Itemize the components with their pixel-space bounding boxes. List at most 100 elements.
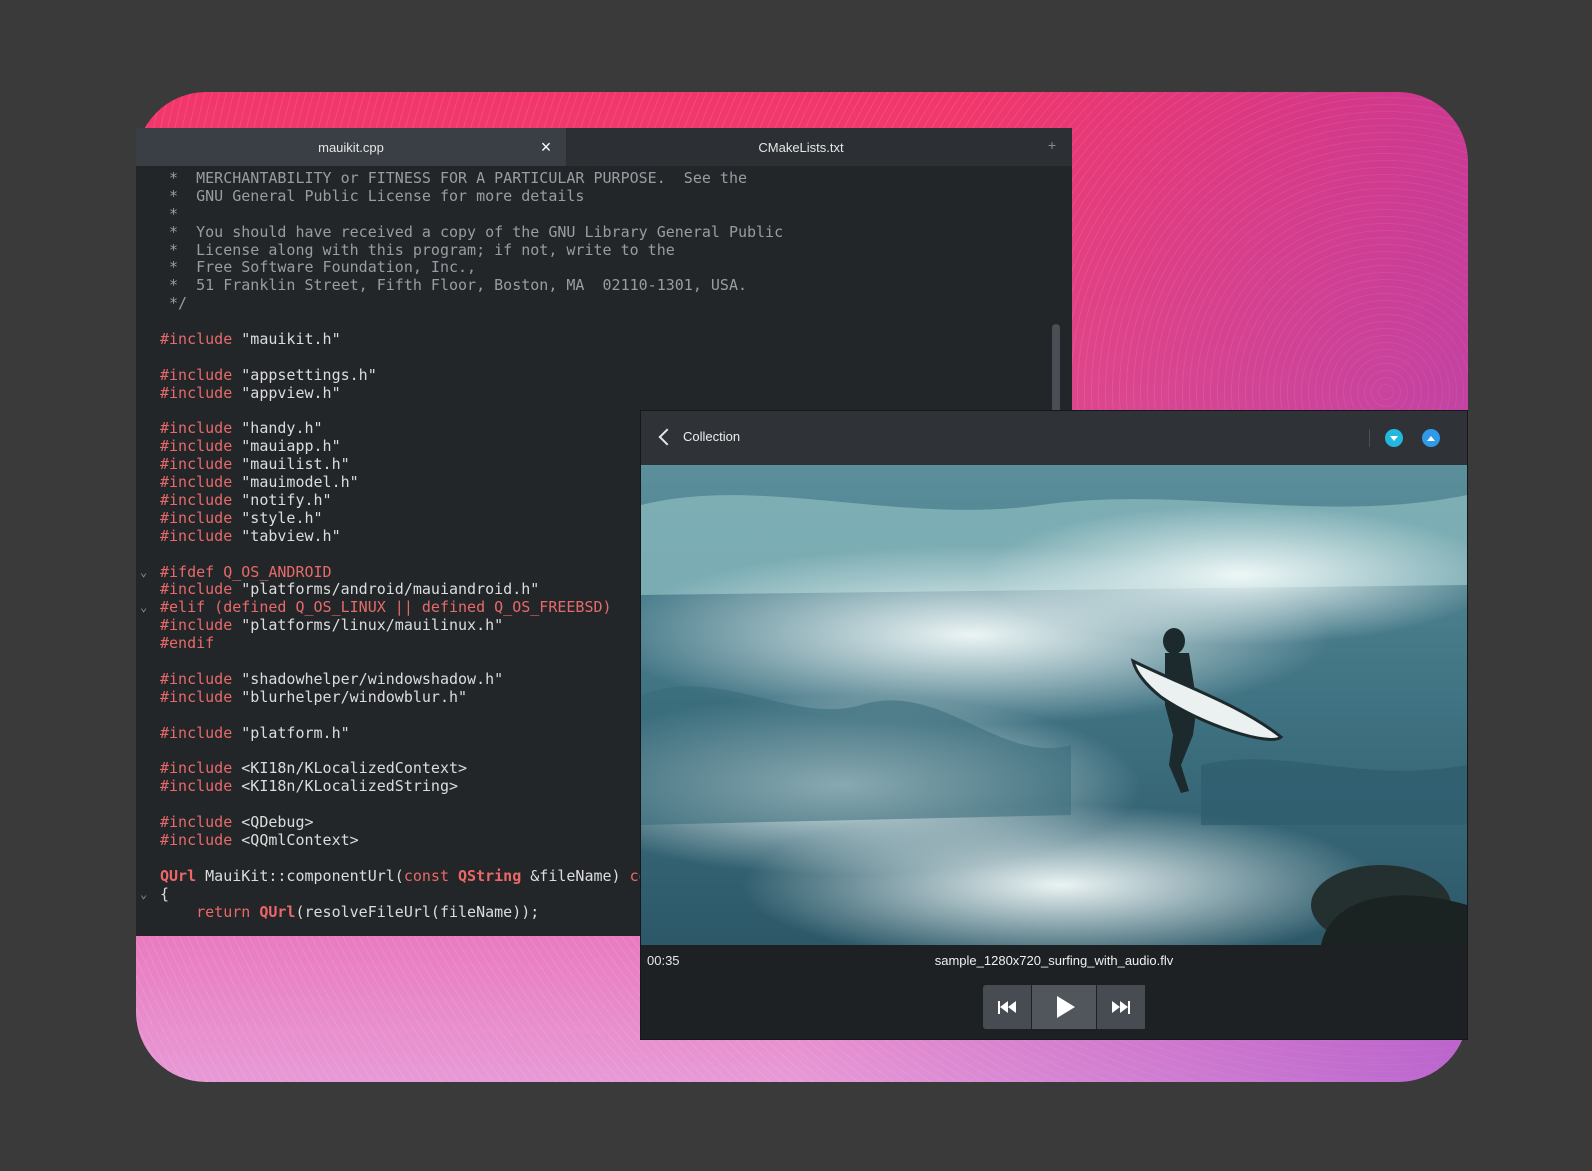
code-token: #include bbox=[160, 491, 242, 510]
video-frame[interactable] bbox=[641, 465, 1467, 945]
video-filename: sample_1280x720_surfing_with_audio.flv bbox=[934, 953, 1174, 968]
code-token: const bbox=[403, 866, 449, 885]
code-token: <QQmlContext> bbox=[241, 830, 359, 849]
code-line: */ bbox=[136, 294, 1052, 313]
code-token: #include bbox=[160, 830, 242, 849]
code-token: <KI18n/KLocalizedString> bbox=[241, 777, 459, 796]
code-token: <QDebug> bbox=[241, 813, 314, 832]
code-line: * License along with this program; if no… bbox=[136, 240, 1052, 260]
code-token: "platforms/android/mauiandroid.h" bbox=[241, 580, 540, 599]
chevron-up-icon bbox=[1427, 435, 1435, 441]
code-token: "mauikit.h" bbox=[241, 330, 341, 349]
code-line: #include "appsettings.h" bbox=[136, 365, 1052, 385]
code-token: "mauiapp.h" bbox=[241, 437, 341, 456]
code-token: #include bbox=[160, 616, 242, 635]
code-token: "appview.h" bbox=[241, 383, 341, 402]
header-divider bbox=[1369, 429, 1370, 447]
code-token: #include bbox=[160, 473, 242, 492]
previous-button[interactable] bbox=[983, 985, 1031, 1029]
code-token: * Free Software Foundation, Inc., bbox=[160, 258, 477, 277]
player-title[interactable]: Collection bbox=[683, 429, 740, 444]
play-icon bbox=[1057, 996, 1075, 1018]
code-line: * Free Software Foundation, Inc., bbox=[136, 259, 1052, 277]
playback-controls bbox=[983, 985, 1147, 1029]
code-token: #include bbox=[160, 365, 242, 384]
video-scene-image bbox=[641, 465, 1467, 945]
code-token: #include bbox=[160, 759, 242, 778]
close-icon[interactable]: × bbox=[536, 137, 556, 157]
code-token: #ifdef Q_OS_ANDROID bbox=[160, 562, 332, 581]
code-line: * MERCHANTABILITY or FITNESS FOR A PARTI… bbox=[136, 169, 1052, 188]
code-token: #elif (defined Q_OS_LINUX || defined Q_O… bbox=[160, 598, 612, 617]
code-token: return bbox=[196, 902, 251, 921]
code-token: * 51 Franklin Street, Fifth Floor, Bosto… bbox=[160, 276, 747, 295]
code-token: #include bbox=[160, 330, 242, 349]
code-token: * bbox=[160, 204, 179, 223]
code-line: #include "mauikit.h" bbox=[136, 330, 1052, 349]
minimize-button[interactable] bbox=[1385, 429, 1403, 447]
fold-chevron-icon[interactable]: ⌄ bbox=[140, 564, 152, 582]
code-token: MauiKit::componentUrl( bbox=[196, 866, 404, 885]
fold-chevron-icon[interactable]: ⌄ bbox=[140, 886, 152, 904]
code-token: (resolveFileUrl(fileName)); bbox=[295, 902, 540, 921]
chevron-down-icon bbox=[1390, 435, 1398, 441]
tab-label: mauikit.cpp bbox=[318, 139, 384, 155]
code-token: "appsettings.h" bbox=[241, 365, 377, 384]
skip-next-icon bbox=[1112, 1000, 1130, 1014]
code-token: #include bbox=[160, 723, 242, 742]
code-token: "handy.h" bbox=[241, 419, 323, 438]
code-token: { bbox=[160, 884, 170, 903]
code-token: * License along with this program; if no… bbox=[160, 240, 675, 259]
code-line: * You should have received a copy of the… bbox=[136, 222, 1052, 242]
code-token: QUrl bbox=[160, 866, 197, 885]
code-token: #include bbox=[160, 455, 242, 474]
code-token: "shadowhelper/windowshadow.h" bbox=[241, 669, 504, 688]
maximize-button[interactable] bbox=[1422, 429, 1440, 447]
code-token: #include bbox=[160, 777, 242, 796]
skip-previous-icon bbox=[998, 1000, 1016, 1014]
code-token: &fileName) bbox=[521, 866, 630, 885]
play-button[interactable] bbox=[1032, 985, 1096, 1029]
code-line: * bbox=[136, 204, 1052, 224]
code-token: "tabview.h" bbox=[241, 526, 341, 545]
tab-mauikit-cpp[interactable]: mauikit.cpp × bbox=[136, 128, 566, 166]
code-token: "mauimodel.h" bbox=[241, 473, 359, 492]
player-header: Collection bbox=[641, 411, 1467, 465]
code-token: * MERCHANTABILITY or FITNESS FOR A PARTI… bbox=[160, 169, 747, 187]
code-token: #include bbox=[160, 687, 242, 706]
code-token: "style.h" bbox=[241, 508, 323, 527]
chevron-left-icon[interactable] bbox=[658, 428, 676, 446]
code-token: #include bbox=[160, 813, 242, 832]
code-line: * GNU General Public License for more de… bbox=[136, 186, 1052, 206]
tab-label: CMakeLists.txt bbox=[758, 139, 844, 155]
code-token: #endif bbox=[160, 634, 215, 653]
tab-cmakelists[interactable]: CMakeLists.txt bbox=[566, 128, 1036, 166]
code-token: "blurhelper/windowblur.h" bbox=[241, 687, 468, 706]
code-token: "platform.h" bbox=[241, 723, 350, 742]
code-token: #include bbox=[160, 437, 242, 456]
code-token: "platforms/linux/mauilinux.h" bbox=[241, 616, 504, 635]
code-line: * 51 Franklin Street, Fifth Floor, Bosto… bbox=[136, 276, 1052, 295]
video-player-window: Collection 00:35 sample_1280x720_surfing… bbox=[640, 410, 1468, 1040]
next-button[interactable] bbox=[1097, 985, 1145, 1029]
code-token: QUrl bbox=[259, 902, 296, 921]
code-token: "notify.h" bbox=[241, 491, 332, 510]
code-line: #include "appview.h" bbox=[136, 383, 1052, 403]
code-token: * GNU General Public License for more de… bbox=[160, 186, 585, 205]
code-token: "mauilist.h" bbox=[241, 455, 350, 474]
code-token: #include bbox=[160, 508, 242, 527]
code-token: #include bbox=[160, 669, 242, 688]
code-token: #include bbox=[160, 526, 242, 545]
code-token: * You should have received a copy of the… bbox=[160, 222, 784, 241]
code-token: #include bbox=[160, 419, 242, 438]
fold-chevron-icon[interactable]: ⌄ bbox=[140, 599, 152, 617]
code-token: <KI18n/KLocalizedContext> bbox=[241, 759, 468, 778]
plus-icon[interactable]: + bbox=[1044, 137, 1060, 153]
code-token: #include bbox=[160, 580, 242, 599]
code-token: */ bbox=[160, 294, 188, 313]
